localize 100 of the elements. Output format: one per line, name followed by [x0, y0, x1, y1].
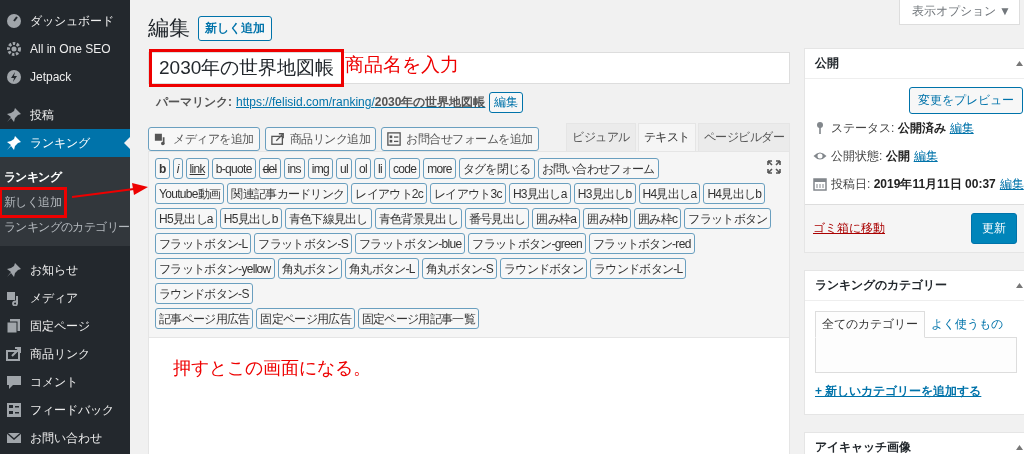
quicktag-button[interactable]: フラットボタン-green — [468, 233, 586, 254]
edit-button[interactable]: 編集 — [489, 92, 524, 113]
quicktag-button[interactable]: H4見出しb — [703, 183, 766, 204]
pages-icon — [6, 318, 22, 334]
publish-info: 公開状態: 公開 — [831, 147, 910, 165]
sidebar-item[interactable]: 商品リンク — [0, 340, 130, 368]
quicktag-button[interactable]: H3見出しb — [573, 183, 636, 204]
quicktag-button[interactable]: more — [423, 158, 456, 179]
quicktag-button[interactable]: ラウンドボタン-L — [590, 258, 687, 279]
pin-icon — [6, 262, 22, 278]
envelope-icon — [6, 430, 22, 446]
editor-tab[interactable]: ページビルダー — [697, 123, 790, 151]
annotation-text: 押すとこの画面になる。 — [173, 357, 371, 380]
media-button[interactable]: 商品リンク追加 — [264, 127, 376, 151]
quicktag-button[interactable]: H3見出しa — [508, 183, 571, 204]
quicktag-button[interactable]: 青色下線見出し — [284, 208, 372, 229]
quicktag-button[interactable]: b-quote — [211, 158, 256, 179]
publish-info: 投稿日: 2019年11月11日 00:37 — [831, 175, 996, 193]
quicktag-button[interactable]: img — [307, 158, 334, 179]
quicktag-button[interactable]: H4見出しa — [638, 183, 701, 204]
sidebar-item[interactable]: ランキング — [0, 129, 130, 157]
quicktag-button[interactable]: 囲み枠c — [634, 208, 682, 229]
quicktag-button[interactable]: フラットボタン-L — [155, 233, 252, 254]
quicktag-button[interactable]: 囲み枠b — [583, 208, 632, 229]
sidebar-item[interactable]: 投稿 — [0, 101, 130, 129]
quicktag-button[interactable]: H5見出しb — [219, 208, 282, 229]
add-new-button[interactable]: 新しく追加 — [198, 15, 272, 41]
permalink-label: パーマリンク: — [156, 94, 232, 111]
gauge-icon — [6, 13, 22, 29]
trash-link[interactable]: ゴミ箱に移動 — [813, 220, 885, 237]
quicktag-button[interactable]: Youtube動画 — [155, 183, 225, 204]
editor-tab[interactable]: ビジュアル — [566, 123, 636, 151]
quicktag-button[interactable]: タグを閉じる — [458, 158, 535, 179]
quicktag-button[interactable]: 番号見出し — [464, 208, 530, 229]
page-heading: 編集 — [148, 15, 190, 41]
sidebar-item[interactable]: ダッシュボード — [0, 7, 130, 35]
sidebar-item[interactable]: お知らせ — [0, 256, 130, 284]
quicktag-button[interactable]: フラットボタン — [684, 208, 772, 229]
quicktag-button[interactable]: code — [388, 158, 421, 179]
edit-link[interactable]: 編集 — [999, 175, 1024, 193]
quicktag-button[interactable]: ul — [336, 158, 352, 179]
quicktag-button[interactable]: フラットボタン-blue — [355, 233, 466, 254]
editor-tab[interactable]: テキスト — [637, 123, 696, 151]
text-editor[interactable]: 押すとこの画面になる。 — [148, 338, 790, 454]
submenu-item[interactable]: 新しく追加 — [2, 190, 64, 215]
bolt-icon — [6, 69, 22, 85]
quicktag-button[interactable]: 角丸ボタン — [277, 258, 343, 279]
sidebar-item[interactable]: お問い合わせ — [0, 424, 130, 452]
quicktag-button[interactable]: フラットボタン-yellow — [155, 258, 275, 279]
media-button[interactable]: メディアを追加 — [148, 127, 260, 151]
quicktag-button[interactable]: link — [185, 158, 209, 179]
annotation-text: 商品名を入力 — [345, 53, 459, 77]
quicktag-button[interactable]: ins — [283, 158, 305, 179]
sidebar-item[interactable]: コメント — [0, 368, 130, 396]
quicktag-button[interactable]: ラウンドボタン-S — [155, 283, 253, 304]
panel-title: 公開 — [815, 55, 839, 72]
fullscreen-icon[interactable] — [767, 160, 781, 174]
quicktag-button[interactable]: フラットボタン-red — [588, 233, 695, 254]
edit-link[interactable]: 編集 — [949, 119, 974, 137]
quicktag-button[interactable]: i — [172, 158, 183, 179]
quicktag-button[interactable]: お問い合わせフォーム — [537, 158, 659, 179]
sidebar-item[interactable]: All in One SEO — [0, 35, 130, 63]
gear-icon — [6, 41, 22, 57]
quicktag-button[interactable]: 角丸ボタン-S — [421, 258, 497, 279]
quicktag-button[interactable]: H5見出しa — [155, 208, 217, 229]
sidebar-item[interactable]: フィードバック — [0, 396, 130, 424]
update-button[interactable]: 更新 — [971, 213, 1017, 244]
quicktag-button[interactable]: 記事ページ用広告 — [155, 308, 254, 329]
sidebar-item[interactable]: Jetpack — [0, 63, 130, 91]
quicktag-button[interactable]: レイアウト3c — [430, 183, 506, 204]
quicktag-button[interactable]: 青色背景見出し — [374, 208, 462, 229]
quicktag-button[interactable]: del — [258, 158, 281, 179]
quicktag-button[interactable]: フラットボタン-S — [254, 233, 353, 254]
quicktag-button[interactable]: ラウンドボタン — [499, 258, 588, 279]
quicktag-button[interactable]: ol — [355, 158, 371, 179]
quicktag-button[interactable]: li — [373, 158, 386, 179]
preview-button[interactable]: 変更をプレビュー — [909, 87, 1023, 114]
category-tab[interactable]: よく使うもの — [925, 311, 1009, 337]
sidebar-item[interactable]: メディア — [0, 284, 130, 312]
quicktag-button[interactable]: 関連記事カードリンク — [227, 183, 349, 204]
form-icon — [6, 402, 22, 418]
sidebar-item[interactable]: 固定ページ — [0, 312, 130, 340]
collapse-icon[interactable] — [1016, 61, 1023, 66]
permalink-link[interactable]: https://felisid.com/ranking/2030年の世界地図帳 — [236, 94, 486, 111]
quicktag-button[interactable]: b — [155, 158, 170, 179]
submenu-item[interactable]: ランキング — [2, 165, 64, 190]
collapse-icon[interactable] — [1016, 445, 1023, 450]
quicktag-button[interactable]: レイアウト2c — [351, 183, 428, 204]
quicktag-button[interactable]: 固定ページ用広告 — [256, 308, 355, 329]
category-tab[interactable]: 全てのカテゴリー — [815, 311, 925, 338]
quicktag-button[interactable]: 囲み枠a — [532, 208, 581, 229]
collapse-icon[interactable] — [1016, 283, 1023, 288]
submenu-item[interactable]: ランキングのカテゴリー — [2, 215, 133, 240]
screen-options-button[interactable]: 表示オプション ▼ — [898, 0, 1020, 25]
media-button[interactable]: お問合せフォームを追加 — [381, 127, 539, 151]
add-category-link[interactable]: + 新しいカテゴリーを追加する — [815, 383, 982, 400]
edit-link[interactable]: 編集 — [913, 147, 938, 165]
quicktag-button[interactable]: 角丸ボタン-L — [345, 258, 419, 279]
publish-info: ステータス: 公開済み — [831, 119, 946, 137]
quicktag-button[interactable]: 固定ページ用記事一覧 — [357, 308, 479, 329]
